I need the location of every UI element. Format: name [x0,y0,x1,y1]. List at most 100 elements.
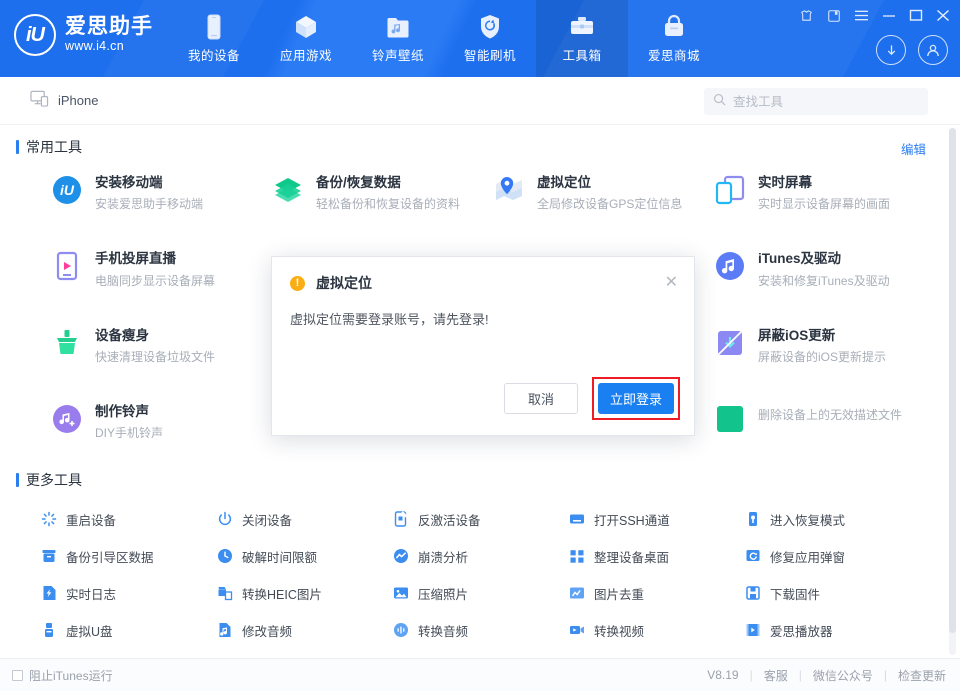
more-tool-recovery-mode[interactable]: 进入恢复模式 [720,504,896,534]
search-input[interactable] [733,95,913,109]
menu-icon[interactable] [854,9,869,22]
more-tool-label: 虚拟U盘 [66,621,113,640]
nav-label: 工具箱 [562,45,601,64]
user-icon[interactable] [918,35,948,65]
tool-device-slimming[interactable]: 设备瘦身 快速清理设备垃圾文件 [16,318,237,374]
more-tool-label: 修改音频 [242,621,292,640]
more-tool-virtual-usb[interactable]: 虚拟U盘 [16,615,192,645]
edit-audio-icon [216,622,233,639]
tool-remove-profiles[interactable]: 删除设备上的无效描述文件 [679,394,900,450]
more-tool-edit-audio[interactable]: 修改音频 [192,615,368,645]
more-tool-backup-boot-data[interactable]: 备份引导区数据 [16,541,192,571]
more-tool-deactivate-device[interactable]: 反激活设备 [368,504,544,534]
more-tool-organize-desktop[interactable]: 整理设备桌面 [544,541,720,571]
ringtone-plus-icon [52,404,82,434]
device-selector[interactable]: iPhone [30,90,98,110]
tool-itunes-driver[interactable]: iTunes及驱动 安装和修复iTunes及驱动 [679,241,900,297]
more-tool-crash-analysis[interactable]: 崩溃分析 [368,541,544,571]
i4-logo-icon: iU [14,14,56,56]
app-logo[interactable]: iU 爱思助手 www.i4.cn [14,14,153,56]
device-name: iPhone [58,93,98,108]
tool-name: 虚拟定位 [537,174,682,192]
more-tool-label: 转换音频 [418,621,468,640]
brand-url: www.i4.cn [65,40,153,53]
more-tool-shutdown-device[interactable]: 关闭设备 [192,504,368,534]
tool-name: 设备瘦身 [95,327,215,345]
convert-audio-icon [392,622,409,639]
more-tool-convert-heic[interactable]: 转换HEIC图片 [192,578,368,608]
more-tool-label: 破解时间限额 [242,547,317,566]
more-tool-crack-time-limit[interactable]: 破解时间限额 [192,541,368,571]
status-bar-right: V8.19 | 客服 | 微信公众号 | 检查更新 [707,667,946,684]
nav-item-apps-games[interactable]: 应用游戏 [260,0,352,77]
close-icon[interactable]: ✕ [665,275,678,291]
block-itunes-toggle[interactable]: 阻止iTunes运行 [12,667,113,684]
tool-make-ringtone[interactable]: 制作铃声 DIY手机铃声 [16,394,237,450]
minimize-icon[interactable] [882,9,896,22]
more-tool-compress-photo[interactable]: 压缩照片 [368,578,544,608]
more-tool-fix-app-popup[interactable]: 修复应用弹窗 [720,541,896,571]
tool-realtime-screen[interactable]: 实时屏幕 实时显示设备屏幕的画面 [679,165,900,221]
main-scrollbar-track[interactable] [949,128,956,655]
check-update-link[interactable]: 检查更新 [898,667,946,684]
tool-desc: 全局修改设备GPS定位信息 [537,196,682,212]
more-tool-label: 下载固件 [770,584,820,603]
tool-name: iTunes及驱动 [758,250,890,268]
power-icon [216,511,233,528]
more-tool-label: 整理设备桌面 [594,547,669,566]
save-icon[interactable] [827,9,841,23]
clock-icon [216,548,233,565]
cancel-button[interactable]: 取消 [504,383,578,414]
more-tool-convert-audio[interactable]: 转换音频 [368,615,544,645]
more-tool-label: 进入恢复模式 [770,510,845,529]
close-icon[interactable] [936,9,950,22]
crash-chart-icon [392,548,409,565]
more-tool-open-ssh[interactable]: 打开SSH通道 [544,504,720,534]
tool-desc: 删除设备上的无效描述文件 [758,407,902,423]
tool-block-ios-update[interactable]: 屏蔽iOS更新 屏蔽设备的iOS更新提示 [679,318,900,374]
nav-label: 我的设备 [188,45,240,64]
tool-install-mobile[interactable]: iU 安装移动端 安装爱思助手移动端 [16,165,237,221]
nav-item-ringtone-wallpaper[interactable]: 铃声壁纸 [352,0,444,77]
shirt-icon[interactable] [799,8,814,23]
deactivate-icon [392,511,409,528]
more-tool-label: 备份引导区数据 [66,547,154,566]
more-tool-i4-player[interactable]: 爱思播放器 [720,615,896,645]
tool-name: 安装移动端 [95,174,203,192]
common-tools-title: 常用工具 [26,137,82,157]
more-tool-dedupe-photo[interactable]: 图片去重 [544,578,720,608]
tool-screen-cast-live[interactable]: 手机投屏直播 电脑同步显示设备屏幕 [16,241,237,297]
convert-video-icon [568,622,585,639]
maximize-icon[interactable] [909,9,923,22]
cube-icon [294,14,318,40]
login-button-highlight: 立即登录 [592,377,680,420]
search-box[interactable] [704,88,928,115]
more-tool-label: 爱思播放器 [770,621,833,640]
more-tool-restart-device[interactable]: 重启设备 [16,504,192,534]
more-tool-label: 关闭设备 [242,510,292,529]
nav-item-toolbox[interactable]: 工具箱 [536,0,628,77]
nav-label: 爱思商城 [648,45,700,64]
dialog-message: 虚拟定位需要登录账号，请先登录! [272,309,694,328]
layers-icon [273,175,303,205]
tool-virtual-location[interactable]: 虚拟定位 全局修改设备GPS定位信息 [458,165,679,221]
more-tool-download-firmware[interactable]: 下载固件 [720,578,896,608]
nav-item-smart-flash[interactable]: 智能刷机 [444,0,536,77]
more-tools-heading: 更多工具 [16,470,924,490]
separator: | [750,668,753,682]
customer-service-link[interactable]: 客服 [764,667,788,684]
more-tool-convert-video[interactable]: 转换视频 [544,615,720,645]
wechat-official-link[interactable]: 微信公众号 [813,667,873,684]
checkbox-icon[interactable] [12,670,23,681]
tool-backup-restore[interactable]: 备份/恢复数据 轻松备份和恢复设备的资料 [237,165,458,221]
more-tool-realtime-log[interactable]: 实时日志 [16,578,192,608]
main-scrollbar-thumb[interactable] [949,128,956,633]
restart-icon [40,511,57,528]
tool-name: 备份/恢复数据 [316,174,460,192]
nav-item-my-device[interactable]: 我的设备 [168,0,260,77]
nav-item-store[interactable]: 爱思商城 [628,0,720,77]
login-now-button[interactable]: 立即登录 [598,383,674,414]
edit-common-tools-button[interactable]: 编辑 [901,139,926,158]
download-icon[interactable] [876,35,906,65]
monitor-phone-icon [30,90,49,110]
